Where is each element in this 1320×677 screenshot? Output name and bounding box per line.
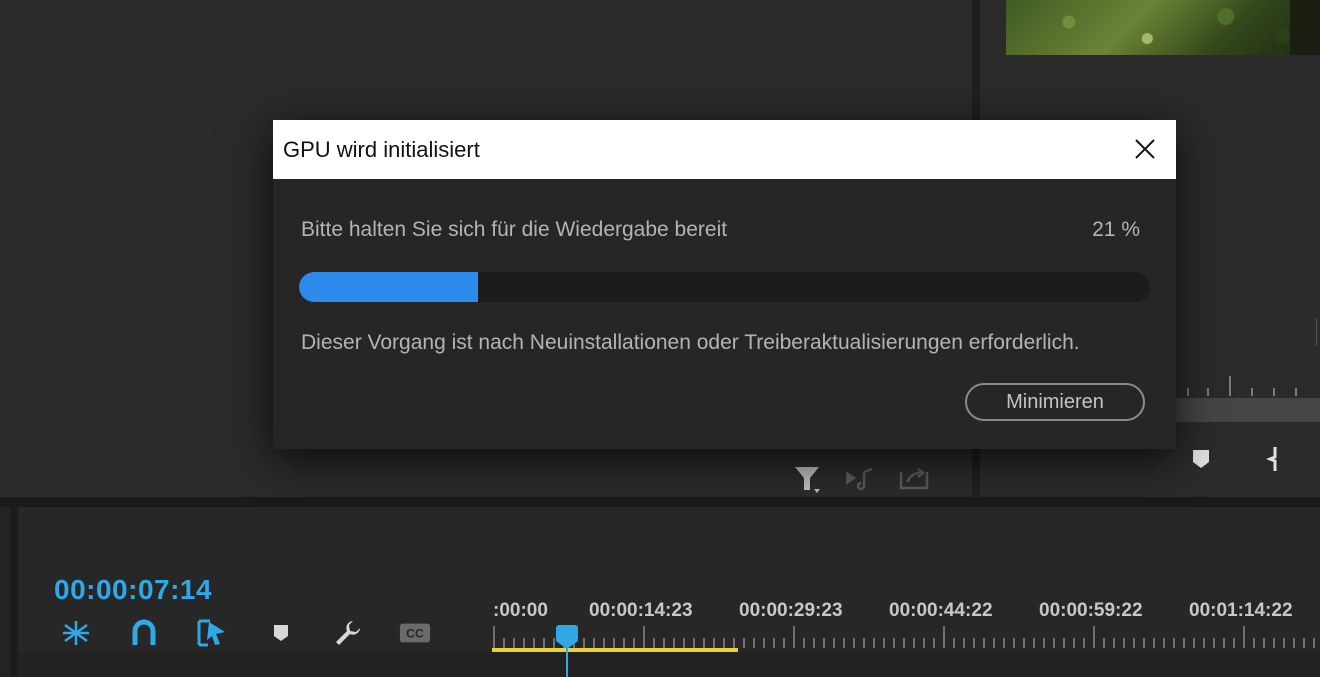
video-preview-thumbnail [1006,0,1320,55]
add-marker-button[interactable] [265,618,297,648]
insert-nest-tool[interactable] [60,618,92,648]
mark-in-icon[interactable] [1266,446,1282,472]
info-text: Dieser Vorgang ist nach Neuinstallatione… [301,331,1080,354]
wrench-icon [336,621,360,645]
work-area-bar[interactable] [492,648,738,652]
status-text: Bitte halten Sie sich für die Wiedergabe… [301,218,728,241]
ruler-label: 00:01:14:22 [1189,600,1293,621]
dialog-title: GPU wird initialisiert [283,137,480,162]
timeline-track-area[interactable] [18,653,1320,677]
add-marker-icon[interactable] [1190,448,1212,470]
linked-selection-toggle[interactable] [196,618,228,648]
progress-percent: 21 % [1092,218,1140,241]
drag-audio-only-icon[interactable] [844,466,878,492]
close-icon [1135,139,1155,159]
close-button[interactable] [1128,132,1162,166]
panel-divider-horizontal[interactable] [0,497,1320,507]
playhead-timecode[interactable]: 00:00:07:14 [54,574,212,606]
snap-icon [63,621,89,645]
minimize-button[interactable]: Minimieren [965,383,1145,421]
cc-icon: CC [399,623,431,643]
ruler-label: 00:00:29:23 [739,600,843,621]
ruler-label: 00:00:59:22 [1039,600,1143,621]
ruler-label: 00:00:44:22 [889,600,993,621]
svg-text:CC: CC [406,627,424,641]
captions-button[interactable]: CC [399,618,431,648]
playhead-line[interactable] [566,638,568,677]
dialog-titlebar: GPU wird initialisiert [273,120,1176,179]
filter-icon[interactable] [792,464,824,496]
export-frame-icon[interactable] [898,464,930,492]
panel-edge [10,507,18,677]
ruler-label: :00:00 [493,600,548,621]
program-scrub-bar[interactable] [1176,398,1320,422]
ruler-label: 00:00:14:23 [589,600,693,621]
progress-bar [299,272,1150,302]
snap-toggle[interactable] [128,618,160,648]
program-ruler-ticks [1187,376,1297,396]
progress-fill [299,272,478,302]
gpu-init-dialog: GPU wird initialisiert Bitte halten Sie … [273,120,1176,449]
timeline-settings-button[interactable] [332,618,364,648]
magnet-icon [132,619,156,645]
linked-selection-icon [197,619,225,647]
marker-icon [274,625,288,641]
panel-edge-handle [1316,318,1320,346]
